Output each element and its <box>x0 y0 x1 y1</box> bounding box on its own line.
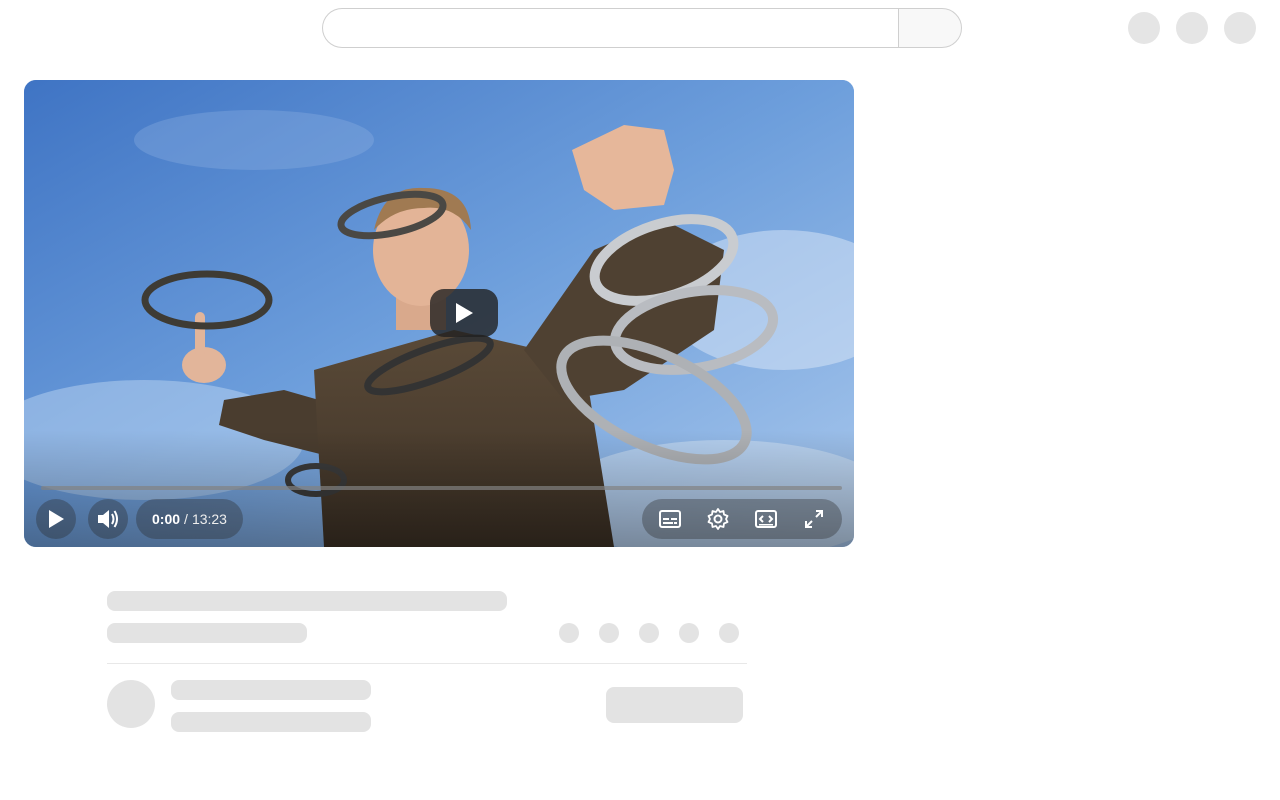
big-play-button[interactable] <box>430 289 498 337</box>
captions-button[interactable] <box>650 499 690 539</box>
meta-skeleton <box>107 623 307 643</box>
play-button[interactable] <box>36 499 76 539</box>
right-controls <box>642 499 842 539</box>
captions-icon <box>659 510 681 528</box>
time-display: 0:00 / 13:23 <box>136 499 243 539</box>
search-bar <box>322 8 962 48</box>
create-button[interactable] <box>1128 12 1160 44</box>
action-skeleton <box>599 623 619 643</box>
action-skeleton <box>719 623 739 643</box>
volume-button[interactable] <box>88 499 128 539</box>
time-separator: / <box>184 511 188 527</box>
progress-bar[interactable] <box>41 486 842 490</box>
duration: 13:23 <box>191 511 227 527</box>
gear-icon <box>707 508 729 530</box>
subscribe-button-skeleton <box>606 687 743 723</box>
search-button[interactable] <box>898 8 962 48</box>
notifications-button[interactable] <box>1176 12 1208 44</box>
theater-mode-button[interactable] <box>746 499 786 539</box>
action-skeleton <box>559 623 579 643</box>
fullscreen-icon <box>805 510 823 528</box>
channel-avatar-skeleton <box>107 680 155 728</box>
current-time: 0:00 <box>152 511 181 527</box>
search-input[interactable] <box>322 8 898 48</box>
action-skeleton <box>639 623 659 643</box>
title-skeleton <box>107 591 507 611</box>
action-skeleton <box>679 623 699 643</box>
settings-button[interactable] <box>698 499 738 539</box>
divider <box>107 663 747 664</box>
fullscreen-button[interactable] <box>794 499 834 539</box>
video-player[interactable]: 0:00 / 13:23 <box>24 80 854 547</box>
subscriber-count-skeleton <box>171 712 371 732</box>
channel-name-skeleton <box>171 680 371 700</box>
theater-mode-icon <box>755 510 777 528</box>
volume-icon <box>98 510 118 528</box>
account-avatar[interactable] <box>1224 12 1256 44</box>
play-icon <box>456 303 473 323</box>
play-icon <box>49 510 64 528</box>
